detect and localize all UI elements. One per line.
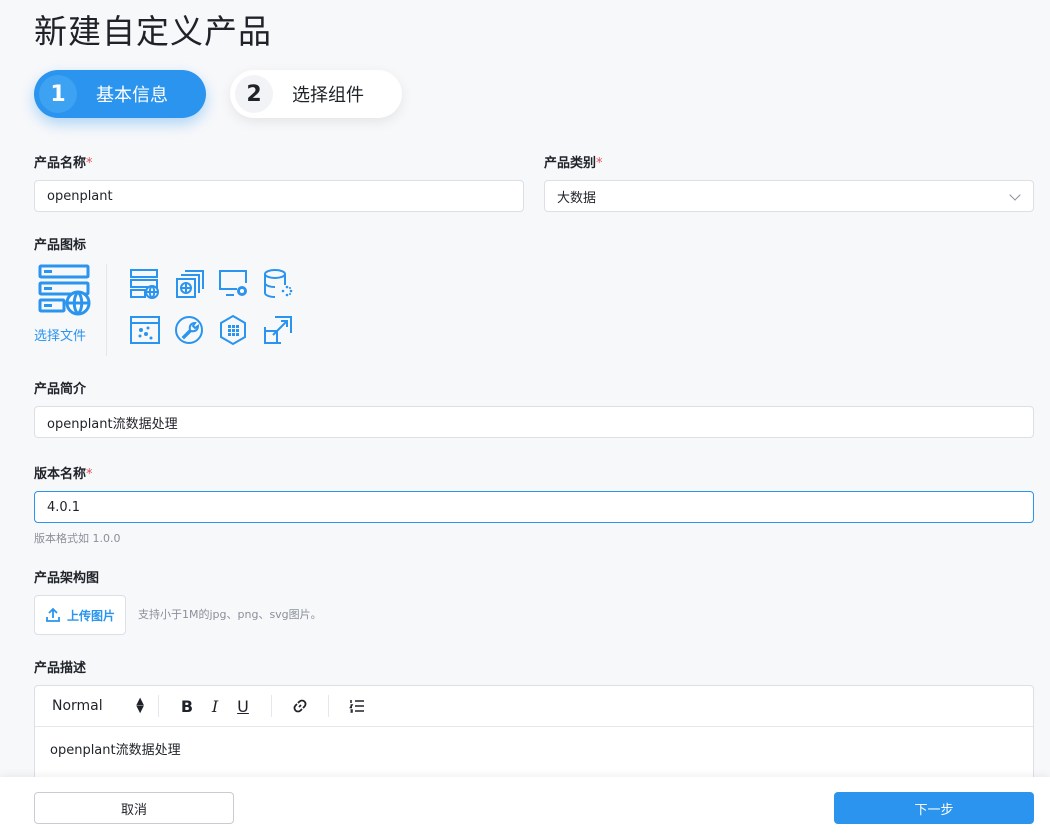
choose-file-label[interactable]: 选择文件	[34, 325, 86, 344]
format-select[interactable]: Normal ▲ ▼	[52, 696, 144, 715]
step-select-components[interactable]: 2 选择组件	[230, 70, 402, 118]
upload-icon	[46, 607, 60, 622]
hexagon-grid-icon[interactable]	[217, 313, 251, 347]
ordered-list-button[interactable]	[343, 692, 371, 720]
toolbar-separator	[158, 695, 159, 717]
description-label: 产品描述	[34, 661, 87, 676]
italic-button[interactable]: I	[201, 692, 229, 720]
toolbar-separator	[328, 695, 329, 717]
browser-dots-icon[interactable]	[128, 313, 162, 347]
product-name-input[interactable]: openplant	[34, 180, 524, 212]
product-category-label: 产品类别*	[544, 155, 603, 173]
select-value: 大数据	[557, 190, 597, 206]
step-number: 1	[39, 75, 77, 113]
server-network-icon	[38, 264, 91, 316]
input-value: openplant	[47, 188, 113, 204]
editor-toolbar: Normal ▲ ▼ B I U	[35, 686, 1033, 727]
monitor-gear-icon[interactable]	[217, 267, 251, 301]
upload-image-button[interactable]: 上传图片	[34, 595, 126, 635]
upload-hint: 支持小于1M的jpg、png、svg图片。	[138, 608, 322, 621]
product-icon-label: 产品图标	[34, 238, 87, 253]
required-mark: *	[86, 467, 93, 482]
page-title: 新建自定义产品	[34, 12, 272, 51]
link-button[interactable]	[286, 692, 314, 720]
format-select-value: Normal	[52, 698, 103, 714]
version-name-input[interactable]: 4.0.1	[34, 491, 1034, 523]
bold-button[interactable]: B	[173, 692, 201, 720]
ordered-list-icon	[349, 700, 364, 713]
label-text: 产品类别	[544, 156, 597, 171]
expand-arrows-icon[interactable]	[261, 313, 295, 347]
editor-content[interactable]: openplant流数据处理	[35, 727, 1033, 770]
step-basic-info[interactable]: 1 基本信息	[34, 70, 206, 118]
cube-stack-icon[interactable]	[173, 267, 207, 301]
product-name-label: 产品名称*	[34, 155, 93, 173]
footer-bar: 取消 下一步	[0, 777, 1050, 836]
step-label: 基本信息	[96, 85, 168, 106]
required-mark: *	[86, 156, 93, 171]
step-label: 选择组件	[292, 85, 364, 106]
page: 新建自定义产品 1 基本信息 2 选择组件 产品名称* openplant 产品…	[0, 0, 1050, 836]
toolbar-separator	[271, 695, 272, 717]
input-value: openplant流数据处理	[47, 416, 178, 432]
architecture-label: 产品架构图	[34, 571, 100, 586]
link-icon	[293, 699, 307, 713]
divider	[106, 264, 107, 356]
cancel-button[interactable]: 取消	[34, 792, 234, 824]
choose-file-button[interactable]	[34, 262, 94, 322]
product-intro-input[interactable]: openplant流数据处理	[34, 406, 1034, 438]
server-network-icon[interactable]	[128, 267, 162, 301]
required-mark: *	[596, 156, 603, 171]
next-step-button[interactable]: 下一步	[834, 792, 1034, 824]
product-intro-label: 产品简介	[34, 382, 87, 397]
wrench-icon[interactable]	[173, 313, 207, 347]
version-name-label: 版本名称*	[34, 466, 93, 484]
database-loading-icon[interactable]	[261, 267, 295, 301]
label-text: 版本名称	[34, 467, 87, 482]
chevron-down-icon	[1009, 189, 1021, 201]
input-value: 4.0.1	[47, 499, 81, 515]
underline-button[interactable]: U	[229, 692, 257, 720]
upload-label: 上传图片	[66, 608, 115, 623]
version-format-hint: 版本格式如 1.0.0	[34, 532, 121, 545]
updown-icon: ▲ ▼	[136, 696, 144, 715]
product-category-select[interactable]: 大数据	[544, 180, 1034, 212]
label-text: 产品名称	[34, 156, 87, 171]
step-number: 2	[235, 75, 273, 113]
